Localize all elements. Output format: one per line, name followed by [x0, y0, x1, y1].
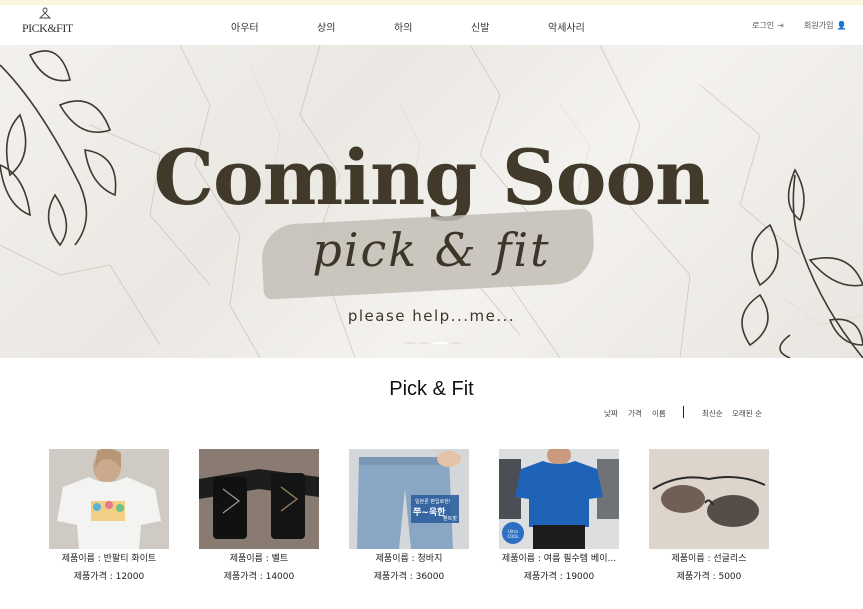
- cool-badge-text: Ultra COOL: [507, 529, 519, 539]
- product-name: 제품이름 : 반팔티 화이트: [61, 554, 157, 564]
- product-price: 제품가격 : 36000: [373, 572, 445, 582]
- login-label: 로그인: [752, 21, 775, 30]
- sort-name[interactable]: 이름: [652, 408, 666, 419]
- product-card[interactable]: 일본론 판입로한! 쭈~욱한 팬트핏 제품이름 : 청바지 제품가격 : 360…: [349, 449, 469, 582]
- nav-top[interactable]: 상의: [317, 19, 335, 34]
- product-image-shirt[interactable]: Ultra COOL: [499, 449, 619, 549]
- nav-shoes[interactable]: 신발: [471, 19, 489, 34]
- signup-label: 회원가입: [804, 21, 834, 30]
- product-image-tshirt[interactable]: [49, 449, 169, 549]
- badge-line2: 쭈~욱한: [413, 508, 446, 518]
- carousel-dot[interactable]: [419, 342, 429, 344]
- product-card[interactable]: 제품이름 : 반팔티 화이트 제품가격 : 12000: [49, 449, 169, 582]
- product-image-jeans[interactable]: 일본론 판입로한! 쭈~욱한 팬트핏: [349, 449, 469, 549]
- product-name: 제품이름 : 여름 필수템 베이...: [501, 554, 617, 564]
- nav-accessories[interactable]: 악세사리: [548, 19, 585, 34]
- product-name: 제품이름 : 청바지: [375, 554, 443, 564]
- user-plus-icon: 👤: [836, 21, 847, 30]
- product-card[interactable]: 제품이름 : 선글리스 제품가격 : 5000: [649, 449, 769, 582]
- badge-line1: 일본론 판입로한!: [415, 499, 451, 505]
- product-card[interactable]: 제품이름 : 벨트 제품가격 : 14000: [199, 449, 319, 582]
- hanger-icon: [39, 7, 51, 19]
- product-image-belt[interactable]: [199, 449, 319, 549]
- sort-oldest[interactable]: 오래된 순: [732, 408, 762, 419]
- site-header: PICK&FIT 아우터 상의 하의 신발 악세사리 로그인 ⇥ 회원가입 👤: [0, 5, 863, 45]
- signup-link[interactable]: 회원가입 👤: [804, 20, 846, 31]
- nav-outer[interactable]: 아우터: [231, 19, 259, 34]
- sort-date[interactable]: 낮짜: [604, 408, 618, 419]
- product-price: 제품가격 : 14000: [223, 572, 295, 582]
- product-name: 제품이름 : 선글리스: [671, 554, 747, 564]
- logo[interactable]: PICK&FIT: [22, 7, 73, 43]
- badge-line3: 팬트핏: [443, 516, 457, 522]
- product-price: 제품가격 : 19000: [523, 572, 595, 582]
- carousel-dot[interactable]: [405, 342, 415, 344]
- sort-divider: [683, 406, 684, 418]
- banner-title: Coming Soon: [153, 133, 711, 222]
- banner-subtitle: please help...me...: [347, 307, 516, 325]
- product-name: 제품이름 : 벨트: [229, 554, 289, 564]
- carousel-dot-active[interactable]: [433, 342, 447, 344]
- login-icon: ⇥: [777, 21, 784, 30]
- sort-price[interactable]: 가격: [628, 408, 642, 419]
- product-price: 제품가격 : 12000: [73, 572, 145, 582]
- section-title: Pick & Fit: [389, 378, 474, 400]
- carousel-dot[interactable]: [451, 342, 461, 344]
- sort-newest[interactable]: 최신순: [702, 408, 723, 419]
- product-card[interactable]: Ultra COOL 제품이름 : 여름 필수템 베이... 제품가격 : 19…: [499, 449, 619, 582]
- product-image-sunglasses[interactable]: [649, 449, 769, 549]
- hero-banner: Coming Soon pick & fit please help...me.…: [0, 45, 863, 358]
- logo-text: PICK&FIT: [22, 21, 73, 35]
- product-price: 제품가격 : 5000: [676, 572, 742, 582]
- carousel-indicators[interactable]: [405, 342, 461, 344]
- nav-bottom[interactable]: 하의: [394, 19, 412, 34]
- banner-script-text: pick & fit: [312, 223, 551, 277]
- login-link[interactable]: 로그인 ⇥: [752, 20, 784, 31]
